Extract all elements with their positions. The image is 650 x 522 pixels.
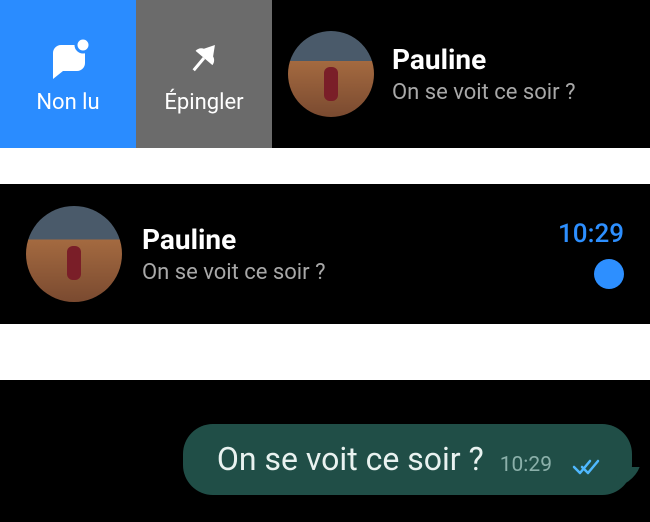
swipe-actions-row: Non lu Épingler Pauline On se voit ce so… — [0, 0, 650, 148]
separator — [0, 148, 650, 184]
chat-name: Pauline — [392, 43, 575, 76]
read-receipt-icon — [572, 457, 602, 477]
outgoing-message-bubble[interactable]: On se voit ce soir ? 10:29 — [183, 424, 632, 495]
swipe-pin-label: Épingler — [164, 90, 243, 115]
unread-dot-icon — [594, 259, 624, 289]
chat-name: Pauline — [142, 223, 538, 256]
chat-text-block: Pauline On se voit ce soir ? — [142, 223, 538, 285]
chat-list-item[interactable]: Pauline On se voit ce soir ? — [272, 0, 650, 148]
chat-text-block: Pauline On se voit ce soir ? — [392, 43, 575, 105]
chat-preview-message: On se voit ce soir ? — [392, 80, 575, 105]
chat-preview-message: On se voit ce soir ? — [142, 260, 538, 285]
pin-icon — [180, 34, 228, 82]
message-text: On se voit ce soir ? — [217, 442, 484, 477]
chat-time: 10:29 — [558, 219, 624, 249]
swipe-unread-label: Non lu — [36, 90, 99, 115]
chat-list-item-unread[interactable]: Pauline On se voit ce soir ? 10:29 — [0, 184, 650, 324]
chat-meta: 10:29 — [558, 219, 624, 289]
message-time: 10:29 — [500, 453, 552, 477]
conversation-view: On se voit ce soir ? 10:29 — [0, 380, 650, 522]
separator — [0, 324, 650, 380]
unread-icon — [44, 34, 92, 82]
avatar — [26, 206, 122, 302]
swipe-unread-button[interactable]: Non lu — [0, 0, 136, 148]
avatar — [288, 31, 374, 117]
swipe-pin-button[interactable]: Épingler — [136, 0, 272, 148]
